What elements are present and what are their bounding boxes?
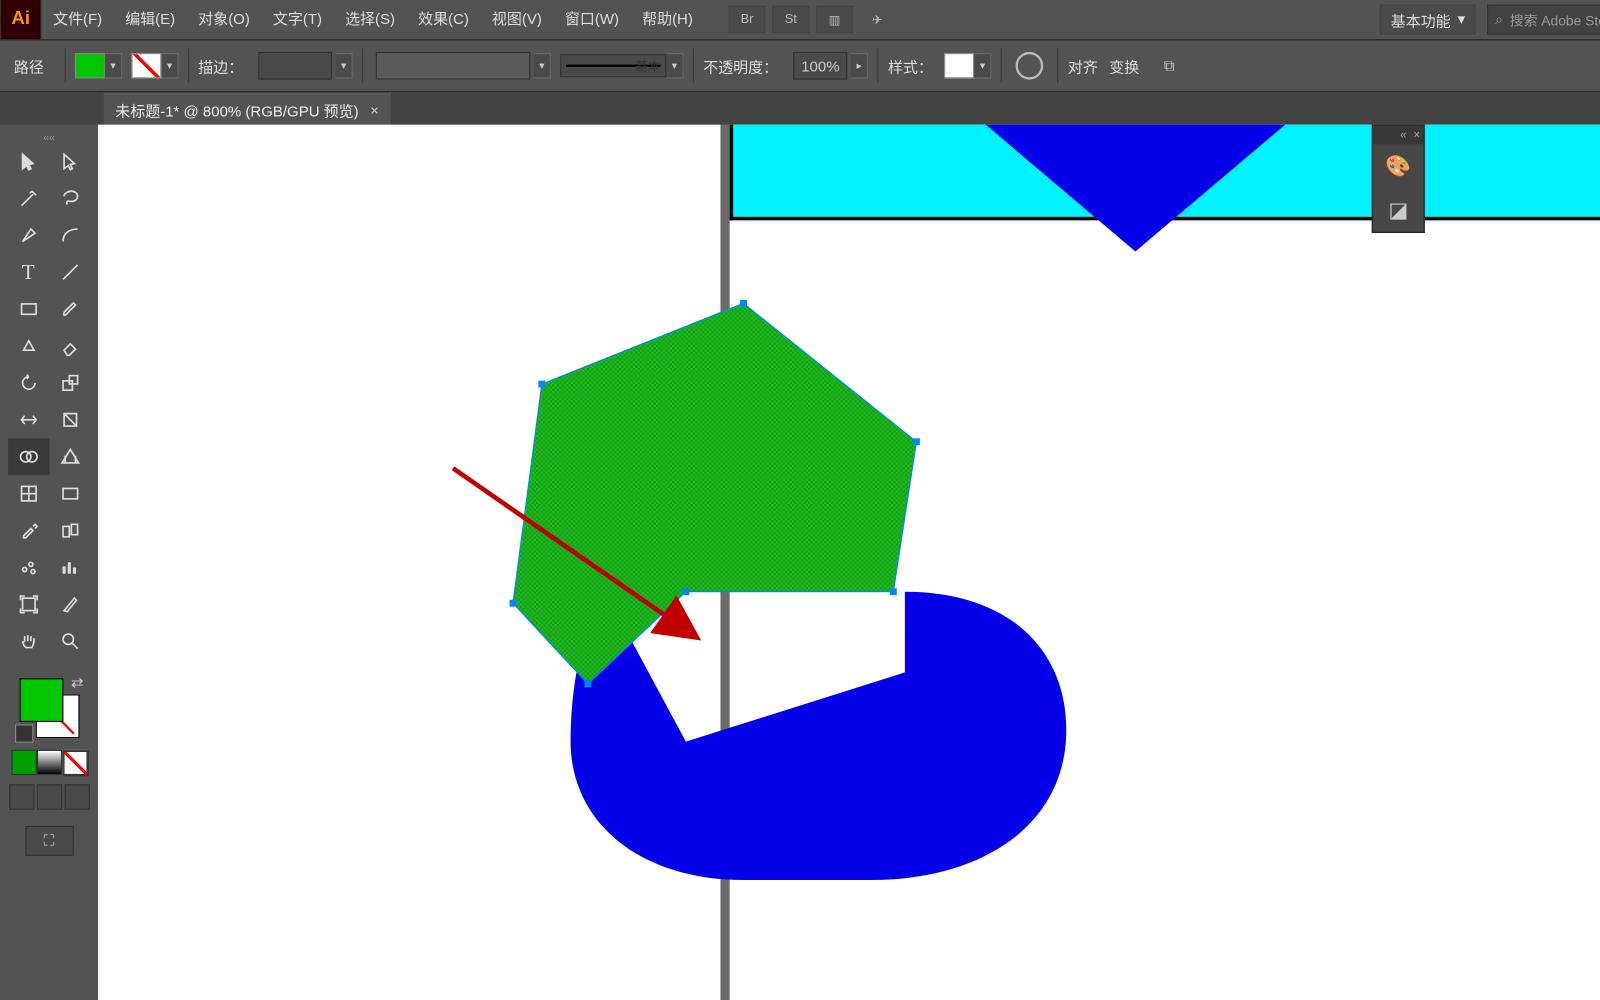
arrange-docs-button[interactable]: ▥ xyxy=(816,6,853,34)
document-tab-active[interactable]: 未标题-1* @ 800% (RGB/GPU 预览) × xyxy=(104,93,391,124)
shape-builder-tool[interactable] xyxy=(7,438,48,475)
selection-tool[interactable] xyxy=(7,143,48,180)
color-panel-icon[interactable]: 🎨 xyxy=(1373,144,1424,188)
floating-panel-group[interactable]: « × 🎨 ◪ xyxy=(1372,125,1425,233)
menu-select[interactable]: 选择(S) xyxy=(334,0,407,39)
draw-normal-button[interactable] xyxy=(9,784,34,809)
shaper-tool[interactable] xyxy=(7,328,48,365)
tab-close-button[interactable]: × xyxy=(370,101,379,118)
opacity-dropdown[interactable]: ▸ xyxy=(851,53,868,78)
document-tabs: 未标题-1* @ 800% (RGB/GPU 预览) × xyxy=(0,92,1600,124)
stock-search-input[interactable]: ⌕ 搜索 Adobe Stock xyxy=(1487,5,1600,35)
chevron-down-icon: ▾ xyxy=(1458,10,1466,28)
width-tool[interactable] xyxy=(7,401,48,438)
fill-stroke-control[interactable]: ⇄ xyxy=(14,674,83,743)
menu-object[interactable]: 对象(O) xyxy=(187,0,262,39)
free-transform-tool[interactable] xyxy=(49,401,90,438)
recolor-artwork-button[interactable] xyxy=(1015,51,1045,81)
menu-type[interactable]: 文字(T) xyxy=(261,0,333,39)
graphic-style-dropdown[interactable]: ▾ xyxy=(974,53,991,78)
stroke-weight-input[interactable] xyxy=(258,52,332,80)
lasso-tool[interactable] xyxy=(49,180,90,217)
magic-wand-tool[interactable] xyxy=(7,180,48,217)
pen-tool[interactable] xyxy=(7,217,48,254)
opacity-input[interactable]: 100% xyxy=(793,52,847,80)
eraser-tool[interactable] xyxy=(49,328,90,365)
app-logo: Ai xyxy=(0,0,41,40)
opacity-label: 不透明度： xyxy=(703,55,778,77)
brush-definition-label: 基本 xyxy=(635,57,660,75)
color-button[interactable] xyxy=(11,750,36,775)
menu-help[interactable]: 帮助(H) xyxy=(631,0,705,39)
bridge-button[interactable]: Br xyxy=(729,6,766,34)
type-tool[interactable]: T xyxy=(7,254,48,291)
stroke-dropdown[interactable]: ▾ xyxy=(161,53,178,78)
swap-fill-stroke-icon[interactable]: ⇄ xyxy=(71,674,84,692)
fill-dropdown[interactable]: ▾ xyxy=(105,53,122,78)
document-tab-title: 未标题-1* @ 800% (RGB/GPU 预览) xyxy=(115,99,358,121)
rotate-tool[interactable] xyxy=(7,364,48,401)
swatches-panel-icon[interactable]: ◪ xyxy=(1373,188,1424,232)
search-placeholder: 搜索 Adobe Stock xyxy=(1510,10,1600,30)
curvature-tool[interactable] xyxy=(49,217,90,254)
draw-behind-button[interactable] xyxy=(36,784,61,809)
search-icon: ⌕ xyxy=(1495,11,1503,28)
gradient-tool[interactable] xyxy=(49,475,90,512)
tools-panel: «« T xyxy=(0,125,98,1000)
annotation-arrow xyxy=(444,459,732,667)
isolate-button[interactable]: ⧉ xyxy=(1154,51,1184,81)
fill-swatch[interactable] xyxy=(75,53,105,78)
symbol-sprayer-tool[interactable] xyxy=(7,549,48,586)
menubar: Ai 文件(F) 编辑(E) 对象(O) 文字(T) 选择(S) 效果(C) 视… xyxy=(0,0,1600,39)
canvas-area[interactable]: « × 🎨 ◪ xyxy=(98,125,1600,1000)
default-fill-stroke-icon[interactable] xyxy=(14,724,32,742)
menu-effect[interactable]: 效果(C) xyxy=(407,0,481,39)
workspace-label: 基本功能 xyxy=(1391,9,1451,31)
direct-selection-tool[interactable] xyxy=(49,143,90,180)
mesh-tool[interactable] xyxy=(7,475,48,512)
menu-view[interactable]: 视图(V) xyxy=(480,0,553,39)
rectangle-tool[interactable] xyxy=(7,291,48,328)
graphic-style-swatch[interactable] xyxy=(944,53,974,78)
selection-kind-label: 路径 xyxy=(14,55,44,77)
perspective-grid-tool[interactable] xyxy=(49,438,90,475)
menu-file[interactable]: 文件(F) xyxy=(41,0,113,39)
artboard-tool[interactable] xyxy=(7,586,48,623)
slice-tool[interactable] xyxy=(49,586,90,623)
hand-tool[interactable] xyxy=(7,623,48,660)
align-label[interactable]: 对齐 xyxy=(1068,55,1098,77)
panel-close-icon[interactable]: × xyxy=(1413,129,1420,142)
panel-collapse-icon[interactable]: « xyxy=(1400,129,1406,142)
style-label: 样式： xyxy=(888,55,933,77)
none-button[interactable] xyxy=(62,750,87,775)
eyedropper-tool[interactable] xyxy=(7,512,48,549)
workspace-switcher[interactable]: 基本功能 ▾ xyxy=(1380,5,1475,35)
fill-indicator[interactable] xyxy=(19,678,63,722)
draw-inside-button[interactable] xyxy=(64,784,89,809)
stock-button[interactable]: St xyxy=(772,6,809,34)
zoom-tool[interactable] xyxy=(49,623,90,660)
variable-width-profile[interactable] xyxy=(376,52,530,80)
line-segment-tool[interactable] xyxy=(49,254,90,291)
gpu-rocket-icon[interactable]: ✈ xyxy=(860,7,895,32)
screen-mode-button[interactable]: ⛶ xyxy=(25,826,73,856)
menu-edit[interactable]: 编辑(E) xyxy=(114,0,187,39)
blend-tool[interactable] xyxy=(49,512,90,549)
stroke-swatch[interactable] xyxy=(131,53,161,78)
control-bar: 路径 ▾ ▾ 描边： ▾ ▾ 基本 ▾ 不透明度： 100% ▸ 样式： ▾ 对… xyxy=(0,39,1600,92)
stroke-weight-label: 描边： xyxy=(198,55,243,77)
paintbrush-tool[interactable] xyxy=(49,291,90,328)
blue-triangle-shape xyxy=(986,125,1286,252)
draw-mode-row xyxy=(7,784,90,809)
scale-tool[interactable] xyxy=(49,364,90,401)
brush-definition-dropdown[interactable]: ▾ xyxy=(666,53,683,78)
stroke-weight-stepper[interactable]: ▾ xyxy=(335,53,352,78)
column-graph-tool[interactable] xyxy=(49,549,90,586)
brush-definition[interactable]: 基本 xyxy=(560,54,666,77)
variable-width-dropdown[interactable]: ▾ xyxy=(534,53,551,78)
color-mode-row xyxy=(11,750,87,775)
gradient-button[interactable] xyxy=(36,750,61,775)
transform-label[interactable]: 变换 xyxy=(1109,55,1139,77)
menu-window[interactable]: 窗口(W) xyxy=(553,0,630,39)
